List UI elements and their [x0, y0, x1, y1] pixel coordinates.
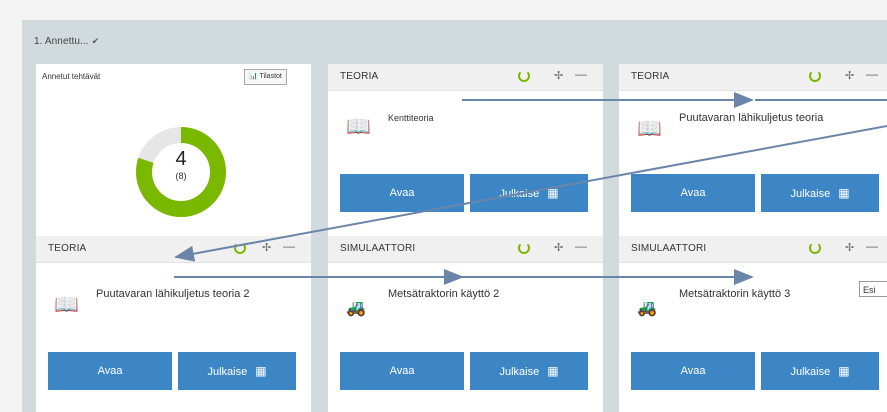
flow-arrow [174, 125, 887, 262]
flow-arrows [174, 92, 887, 285]
screen: 1. Annettu... ✔ Annetut tehtävät 📊 Tilast… [0, 0, 887, 412]
